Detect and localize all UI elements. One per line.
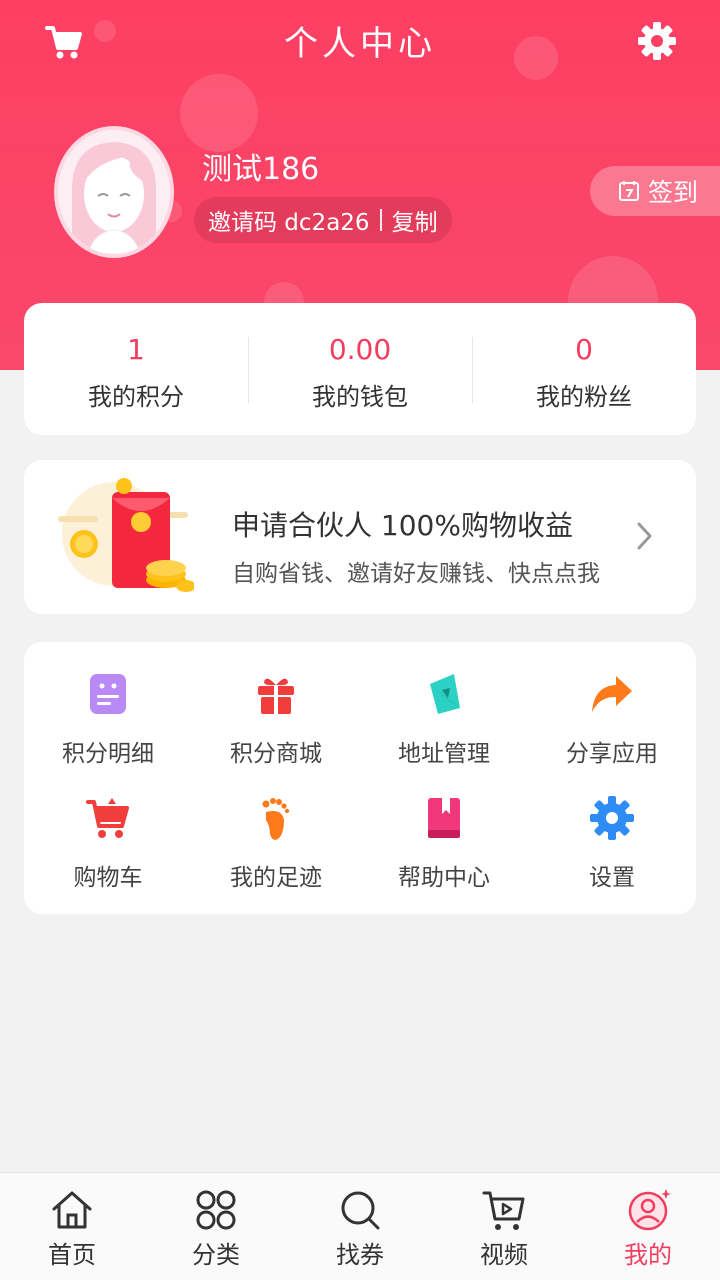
menu-label: 我的足迹	[230, 865, 322, 891]
red-envelope-icon	[58, 478, 194, 592]
cart-icon	[86, 798, 129, 838]
video-cart-icon	[482, 1191, 525, 1230]
menu-item-points-detail[interactable]: 积分明细	[24, 670, 192, 790]
chevron-right-icon	[637, 522, 652, 550]
book-icon	[428, 798, 460, 838]
home-icon	[52, 1191, 92, 1229]
stat-wallet[interactable]: 0.00 我的钱包	[248, 303, 472, 435]
menu-grid: 积分明细 积分商城 地址管理 分享应用 购物车 我的足迹 帮助中心 设置	[24, 642, 696, 914]
menu-item-cart[interactable]: 购物车	[24, 794, 192, 914]
gear-icon	[638, 22, 676, 60]
settings-button[interactable]	[636, 20, 678, 62]
stat-label: 我的粉丝	[536, 383, 632, 411]
avatar[interactable]	[54, 126, 174, 258]
stat-label: 我的积分	[88, 383, 184, 411]
invite-code-pill: 邀请码 dc2a26 复制	[194, 197, 452, 243]
bottom-tab-bar: 首页 分类 找券 视频 我的	[0, 1172, 720, 1280]
tab-label: 我的	[624, 1241, 672, 1269]
tab-label: 找券	[336, 1241, 384, 1269]
menu-label: 积分商城	[230, 741, 322, 767]
menu-label: 购物车	[73, 865, 143, 891]
menu-item-address[interactable]: 地址管理	[360, 670, 528, 790]
tab-coupons[interactable]: 找券	[288, 1173, 432, 1280]
tab-label: 分类	[192, 1241, 240, 1269]
menu-label: 地址管理	[398, 741, 490, 767]
points-detail-icon	[90, 674, 126, 714]
compass-icon	[430, 674, 460, 714]
avatar-illustration	[58, 130, 170, 254]
menu-label: 设置	[589, 865, 635, 891]
menu-item-settings[interactable]: 设置	[528, 794, 696, 914]
partner-subtitle: 自购省钱、邀请好友赚钱、快点点我	[232, 561, 600, 587]
stat-label: 我的钱包	[312, 383, 408, 411]
signin-label: 签到	[648, 178, 699, 207]
divider	[379, 209, 382, 231]
menu-item-help[interactable]: 帮助中心	[360, 794, 528, 914]
partner-title: 申请合伙人 100%购物收益	[232, 509, 573, 542]
tab-mine[interactable]: 我的	[576, 1173, 720, 1280]
footprint-icon	[262, 798, 290, 840]
stats-card: 1 我的积分 0.00 我的钱包 0 我的粉丝	[24, 303, 696, 435]
search-icon	[341, 1191, 380, 1230]
stat-value: 1	[127, 333, 145, 366]
menu-item-points-mall[interactable]: 积分商城	[192, 670, 360, 790]
menu-item-share[interactable]: 分享应用	[528, 670, 696, 790]
gift-icon	[258, 678, 294, 714]
stat-points[interactable]: 1 我的积分	[24, 303, 248, 435]
tab-video[interactable]: 视频	[432, 1173, 576, 1280]
menu-item-footprints[interactable]: 我的足迹	[192, 794, 360, 914]
menu-label: 积分明细	[62, 741, 154, 767]
partner-banner[interactable]: 申请合伙人 100%购物收益 自购省钱、邀请好友赚钱、快点点我	[24, 460, 696, 614]
invite-code: 邀请码 dc2a26	[208, 210, 370, 236]
page-title: 个人中心	[284, 24, 436, 64]
profile-icon	[628, 1189, 671, 1231]
share-icon	[592, 676, 632, 712]
tab-home[interactable]: 首页	[0, 1173, 144, 1280]
stat-fans[interactable]: 0 我的粉丝	[472, 303, 696, 435]
stat-value: 0.00	[328, 333, 392, 366]
stat-value: 0	[575, 333, 593, 366]
menu-label: 帮助中心	[398, 865, 490, 891]
signin-button[interactable]: 签到	[590, 166, 720, 216]
username: 测试186	[202, 152, 320, 187]
gear-icon	[590, 796, 634, 840]
top-bar: 个人中心	[0, 0, 720, 80]
copy-button[interactable]: 复制	[392, 203, 438, 237]
menu-label: 分享应用	[566, 741, 658, 767]
category-icon	[196, 1190, 236, 1230]
tab-label: 首页	[48, 1241, 96, 1269]
tab-label: 视频	[480, 1241, 528, 1269]
tab-category[interactable]: 分类	[144, 1173, 288, 1280]
calendar-icon	[619, 181, 639, 201]
